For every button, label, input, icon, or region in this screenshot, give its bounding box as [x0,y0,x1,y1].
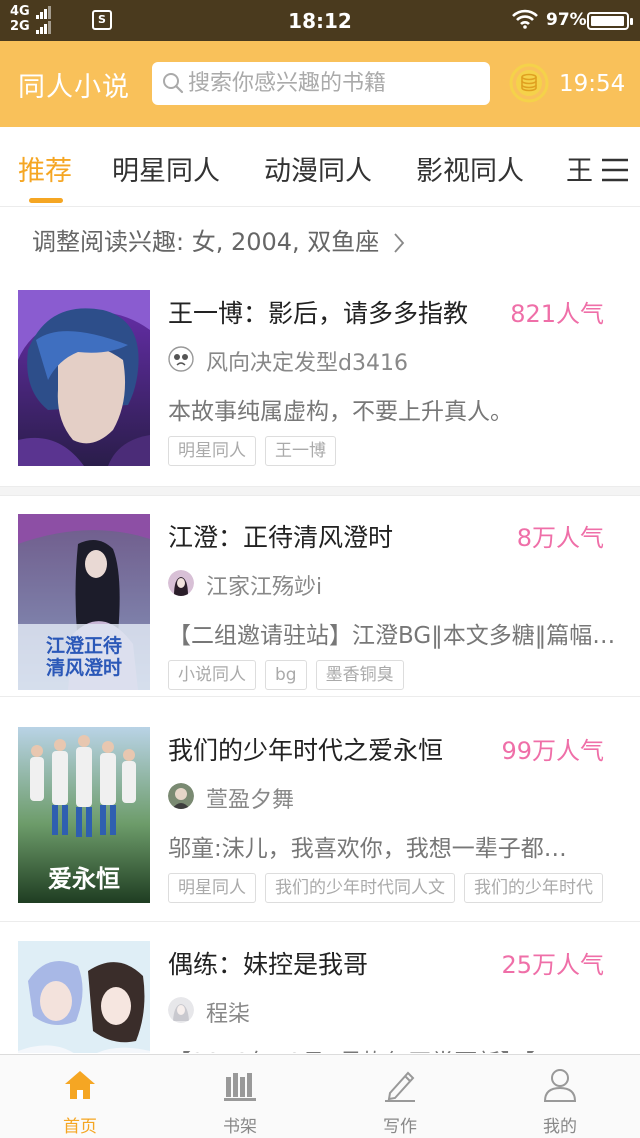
book-popularity: 8万人气 [516,524,604,552]
profile-icon [543,1069,577,1102]
clock: 18:12 [288,9,352,33]
chevron-right-icon [394,233,405,253]
book-tags: 小说同人 bg 墨香铜臭 [168,660,413,690]
nav-profile[interactable]: 我的 [480,1055,640,1138]
book-description: 【二组邀请驻站】江澄BG‖本文多糖‖篇幅… [168,623,616,649]
book-description: 邬童:沫儿，我喜欢你，我想一辈子都… [168,836,567,862]
book-card[interactable]: 偶练：妹控是我哥 25万人气 程柒 【2019年10月1号恢复正常更新】【1 [0,941,640,1053]
pencil-icon [385,1071,415,1102]
book-card[interactable]: 江澄正待 清风澄时 江澄：正待清风澄时 8万人气 江家江殇竗i 【二组邀请驻站】… [0,514,640,694]
reading-interest-link[interactable]: 调整阅读兴趣: 女, 2004, 双鱼座 [32,222,405,257]
nav-profile-label: 我的 [543,1117,577,1137]
book-tag[interactable]: bg [265,660,307,690]
search-icon [163,73,184,94]
nav-home[interactable]: 首页 [0,1055,160,1138]
nav-write[interactable]: 写作 [320,1055,480,1138]
book-tag[interactable]: 明星同人 [168,436,256,466]
battery-fill [591,16,624,26]
book-tags: 明星同人 王一博 [168,436,345,466]
cover-title-text: 江澄正待 [46,634,122,657]
tab-overflow: 王 [566,149,640,189]
book-tag[interactable]: 明星同人 [168,873,256,903]
list-divider [0,696,640,708]
book-tag[interactable]: 我们的少年时代同人文 [265,873,455,903]
bottom-navigation: 首页 书架 写作 我的 [0,1054,640,1138]
tab-anime-fanfic[interactable]: 动漫同人 [264,149,372,188]
book-tag[interactable]: 小说同人 [168,660,256,690]
author-avatar [168,783,194,809]
menu-icon[interactable] [600,157,630,183]
home-icon [65,1071,95,1099]
app-header: 同人小说 19:54 [0,41,640,127]
battery-percent: 97% [546,10,587,30]
book-card[interactable]: 爱永恒 我们的少年时代之爱永恒 99万人气 萱盈夕舞 邬童:沫儿，我喜欢你，我想… [0,727,640,907]
author-avatar [168,570,194,596]
book-tags: 明星同人 我们的少年时代同人文 我们的少年时代 [168,873,612,903]
book-title[interactable]: 偶练：妹控是我哥 [168,945,368,981]
book-popularity: 25万人气 [501,951,604,979]
book-tag[interactable]: 我们的少年时代 [464,873,603,903]
book-popularity: 821人气 [510,300,604,328]
author-name: 程柒 [206,1002,251,1027]
category-tabs: 推荐 明星同人 动漫同人 影视同人 王 [0,127,640,207]
active-tab-indicator [29,198,63,203]
nav-bookshelf[interactable]: 书架 [160,1055,320,1138]
book-description: 本故事纯属虚构，不要上升真人。 [168,399,513,425]
author-name: 风向决定发型d3416 [206,351,408,376]
status-bar: 4G 2G S 18:12 97% [0,0,640,41]
author-avatar [168,346,194,372]
book-popularity: 99万人气 [501,737,604,765]
book-title[interactable]: 王一博：影后，请多多指教 [168,294,468,330]
svg-text:清风澄时: 清风澄时 [46,656,122,679]
wifi-icon [512,9,538,29]
coin-timer-icon[interactable] [509,63,549,103]
tab-celebrity-fanfic[interactable]: 明星同人 [112,149,220,188]
book-tag[interactable]: 王一博 [265,436,336,466]
app-title: 同人小说 [18,72,130,103]
book-cover[interactable]: 江澄正待 清风澄时 [18,514,150,690]
book-cover[interactable] [18,290,150,466]
author-name: 萱盈夕舞 [206,788,295,813]
author-avatar [168,997,194,1023]
reading-timer: 19:54 [559,71,626,97]
list-divider [0,486,640,496]
search-input[interactable] [188,62,484,105]
bookshelf-icon [224,1073,256,1101]
book-tag[interactable]: 墨香铜臭 [315,660,404,690]
cover-title-text: 爱永恒 [48,864,120,893]
battery-icon [587,12,633,30]
reading-interest-label: 调整阅读兴趣: 女, 2004, 双鱼座 [32,228,380,256]
author-name: 江家江殇竗i [206,575,323,600]
book-title[interactable]: 我们的少年时代之爱永恒 [168,731,443,767]
nav-bookshelf-label: 书架 [223,1117,257,1137]
tab-film-fanfic[interactable]: 影视同人 [416,149,524,188]
book-title[interactable]: 江澄：正待清风澄时 [168,518,393,554]
tab-recommend[interactable]: 推荐 [18,149,72,188]
nav-home-label: 首页 [63,1117,97,1137]
book-cover[interactable] [18,941,150,1053]
tab-wang[interactable]: 王 [566,156,593,187]
search-bar[interactable] [152,62,490,105]
book-card[interactable]: 王一博：影后，请多多指教 821人气 风向决定发型d3416 本故事纯属虚构，不… [0,290,640,470]
book-cover[interactable]: 爱永恒 [18,727,150,903]
nav-write-label: 写作 [383,1117,417,1137]
list-divider [0,921,640,933]
book-description: 【2019年10月1号恢复正常更新】【1 [168,1043,624,1053]
